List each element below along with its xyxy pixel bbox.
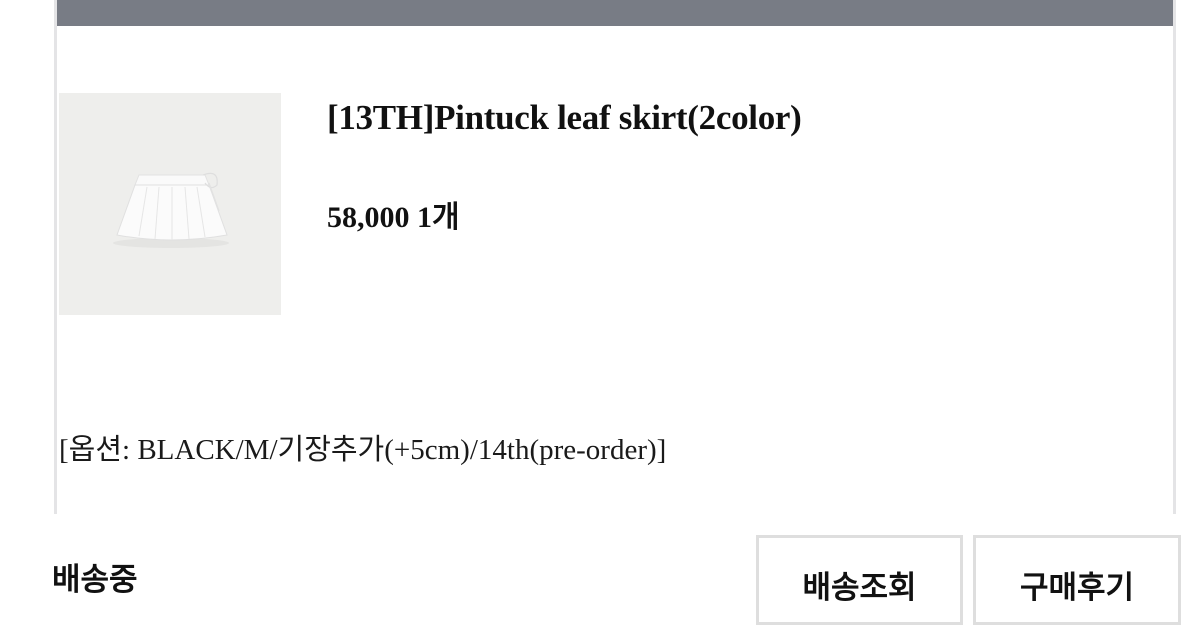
skirt-image-icon — [59, 93, 281, 315]
option-text: [옵션: BLACK/M/기장추가(+5cm)/14th(pre-order)] — [59, 434, 667, 466]
price-quantity: 58,000 1개 — [327, 201, 460, 234]
order-item-card: [13TH]Pintuck leaf skirt(2color) 58,000 … — [54, 0, 1176, 514]
track-delivery-button[interactable]: 배송조회 — [756, 535, 963, 625]
write-review-button[interactable]: 구매후기 — [973, 535, 1181, 625]
product-name[interactable]: [13TH]Pintuck leaf skirt(2color) — [327, 98, 802, 138]
product-thumbnail[interactable] — [59, 93, 281, 315]
card-header-bar — [57, 0, 1173, 26]
delivery-status: 배송중 — [52, 562, 138, 598]
